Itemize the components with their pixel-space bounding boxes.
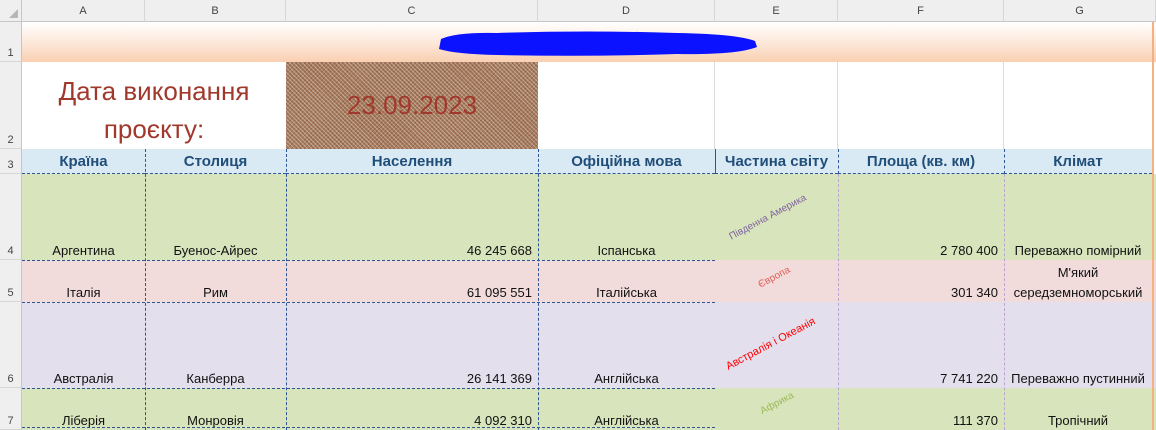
cell-population[interactable]: 61 095 551 [467,285,532,300]
cell-region: Південна Америка [727,192,809,243]
cell-capital[interactable]: Буенос-Айрес [145,243,286,258]
row-header-6[interactable]: 6 [0,302,22,388]
cell-region-container[interactable]: Австралія і Океанія [715,302,838,388]
cell-population[interactable]: 26 141 369 [467,371,532,386]
project-date-label-line1: Дата виконання [58,76,250,106]
cell-capital[interactable]: Рим [145,285,286,300]
column-header-a[interactable]: A [22,0,145,22]
header-capital[interactable]: Столиця [145,149,286,174]
cell-climate[interactable]: Тропічний [1004,413,1152,428]
cell-population[interactable]: 46 245 668 [467,243,532,258]
cell-climate[interactable]: Переважно пустинний [1004,371,1152,386]
cell-population[interactable]: 4 092 310 [474,413,532,428]
row-header-3[interactable]: 3 [0,149,22,174]
column-header-d[interactable]: D [538,0,715,22]
column-header-g[interactable]: G [1004,0,1156,22]
cell-region-container[interactable]: Європа [715,260,838,302]
cell-climate-line2: середземноморський [1013,285,1143,300]
cell-capital[interactable]: Канберра [145,371,286,386]
cell-climate-line1: М'який [1057,265,1099,280]
row-header-5[interactable]: 5 [0,260,22,302]
header-population[interactable]: Населення [286,149,538,174]
cell-country[interactable]: Аргентина [22,243,145,258]
project-date-label-line2: проєкту: [103,114,205,144]
header-area[interactable]: Площа (кв. км) [838,149,1004,174]
column-header-b[interactable]: B [145,0,286,22]
cell-country[interactable]: Ліберія [22,413,145,428]
project-date-value[interactable]: 23.09.2023 [286,62,538,149]
cell-climate[interactable]: М'який середземноморський [1004,260,1152,302]
cell-region-container[interactable]: Південна Америка [715,174,838,260]
column-header-c[interactable]: C [286,0,538,22]
header-region[interactable]: Частина світу [715,149,838,174]
header-climate[interactable]: Клімат [1004,149,1152,174]
cell-language[interactable]: Англійська [538,371,715,386]
cell-climate[interactable]: Переважно помірний [1004,243,1152,258]
cell-language[interactable]: Англійська [538,413,715,428]
cell-country[interactable]: Австралія [22,371,145,386]
select-all-corner[interactable] [0,0,22,22]
cell-region: Африка [758,390,796,417]
cell-area[interactable]: 7 741 220 [940,371,998,386]
redaction-shape [439,31,757,56]
row-header-7[interactable]: 7 [0,388,22,430]
row-header-2[interactable]: 2 [0,62,22,149]
cell-language[interactable]: Італійська [538,285,715,300]
cell-region: Європа [756,264,793,291]
cell-region: Австралія і Океанія [724,315,818,373]
project-date-label[interactable]: Дата виконання проєкту: [22,62,286,149]
redaction-mark [439,31,757,56]
cell-country[interactable]: Італія [22,285,145,300]
cell-area[interactable]: 301 340 [951,285,998,300]
cell-region-container[interactable]: Африка [715,388,838,430]
header-country[interactable]: Країна [22,149,145,174]
header-language[interactable]: Офіційна мова [538,149,715,174]
cell-capital[interactable]: Монровія [145,413,286,428]
column-header-e[interactable]: E [715,0,838,22]
cell-area[interactable]: 2 780 400 [940,243,998,258]
row-header-4[interactable]: 4 [0,174,22,260]
column-header-f[interactable]: F [838,0,1004,22]
cell-area[interactable]: 111 370 [953,413,998,428]
cell-language[interactable]: Іспанська [538,243,715,258]
row-header-1[interactable]: 1 [0,22,22,62]
